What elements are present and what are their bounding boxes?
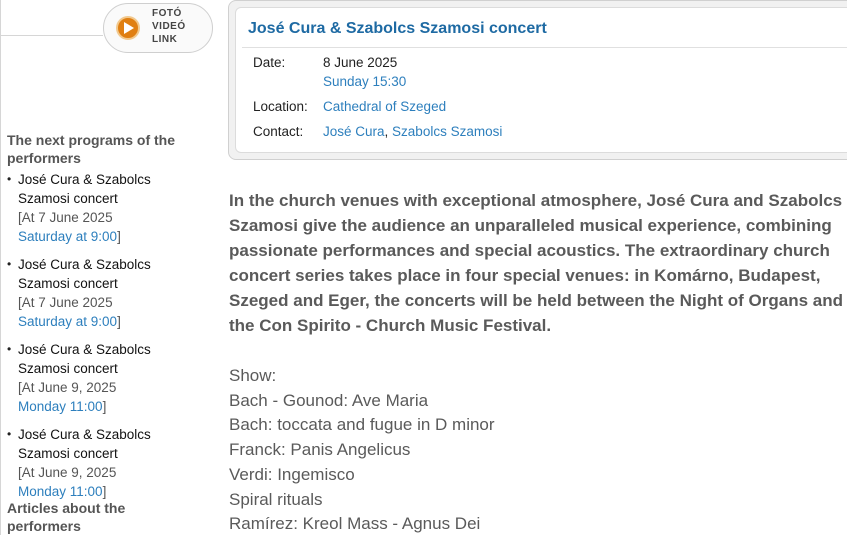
show-item: Verdi: Ingemisco (229, 464, 355, 484)
program-link[interactable]: José Cura & Szabolcs Szamosi concert (18, 172, 151, 206)
contact-link-szamosi[interactable]: Szabolcs Szamosi (392, 124, 502, 139)
program-day-link[interactable]: Saturday at 9:00 (18, 314, 117, 329)
event-description: In the church venues with exceptional at… (229, 191, 843, 335)
show-item: Bach: toccata and fugue in D minor (229, 415, 495, 435)
contact-link-cura[interactable]: José Cura (323, 124, 385, 139)
event-date: 8 June 2025 (323, 55, 398, 70)
sidebar-border (0, 0, 1, 535)
program-item: • José Cura & Szabolcs Szamosi concert [… (7, 340, 197, 416)
program-date-close: ] (102, 399, 107, 414)
program-list: • José Cura & Szabolcs Szamosi concert [… (7, 170, 197, 510)
contact-separator: , (384, 124, 393, 139)
program-date-close: ] (117, 229, 121, 244)
bullet-icon: • (7, 257, 12, 271)
photo-video-link-button[interactable]: FOTÓ VIDEÓ LINK (103, 3, 213, 53)
program-date: [At 7 June 2025 (18, 295, 113, 310)
event-info-panel: José Cura & Szabolcs Szamosi concert Dat… (235, 7, 847, 153)
program-date: [At June 9, 2025 (18, 465, 117, 480)
program-item: • José Cura & Szabolcs Szamosi concert [… (7, 425, 197, 501)
program-date: [At 7 June 2025 (18, 210, 113, 225)
location-link[interactable]: Cathedral of Szeged (323, 98, 446, 116)
program-link[interactable]: José Cura & Szabolcs Szamosi concert (18, 257, 151, 291)
show-item: Spiral rituals (229, 489, 323, 509)
program-date-close: ] (117, 314, 121, 329)
show-item: Ramírez: Kreol Mass - Agnus Dei (229, 514, 481, 534)
event-divider (242, 47, 847, 48)
program-day-link[interactable]: Monday 11:00 (18, 399, 103, 414)
next-programs-heading: The next programs of the performers (7, 132, 176, 166)
program-item: • José Cura & Szabolcs Szamosi concert [… (7, 170, 197, 246)
contact-label: Contact: (253, 124, 304, 139)
show-item: Franck: Panis Angelicus (229, 440, 411, 460)
show-item: Bach - Gounod: Ave Maria (229, 390, 429, 410)
program-item: • José Cura & Szabolcs Szamosi concert [… (7, 255, 197, 331)
location-label: Location: (253, 99, 308, 114)
media-label-link: LINK (152, 34, 178, 45)
event-day-time-link[interactable]: Sunday 15:30 (323, 73, 406, 91)
program-day-link[interactable]: Saturday at 9:00 (18, 229, 117, 244)
date-label: Date: (253, 55, 286, 70)
program-link[interactable]: José Cura & Szabolcs Szamosi concert (18, 342, 151, 376)
program-show-list: Show: Bach - Gounod: Ave Maria Bach: toc… (229, 364, 829, 537)
bullet-icon: • (7, 342, 12, 356)
sidebar: FOTÓ VIDEÓ LINK The next programs of the… (0, 0, 213, 535)
program-link[interactable]: José Cura & Szabolcs Szamosi concert (18, 427, 151, 461)
sidebar-divider (0, 35, 103, 36)
media-label-photo: FOTÓ (152, 8, 182, 19)
program-date: [At June 9, 2025 (18, 380, 117, 395)
bullet-icon: • (7, 427, 12, 441)
media-labels: FOTÓ VIDEÓ LINK (152, 7, 186, 46)
show-label: Show: (229, 366, 277, 385)
play-icon (116, 16, 140, 40)
articles-heading: Articles about the performers (7, 500, 126, 534)
event-info-box: José Cura & Szabolcs Szamosi concert Dat… (228, 0, 847, 160)
event-title: José Cura & Szabolcs Szamosi concert (248, 20, 547, 37)
program-date-close: ] (102, 484, 107, 499)
bullet-icon: • (7, 172, 12, 186)
contact-values: José Cura, Szabolcs Szamosi (323, 123, 502, 141)
media-label-video: VIDEÓ (152, 21, 186, 32)
program-day-link[interactable]: Monday 11:00 (18, 484, 103, 499)
